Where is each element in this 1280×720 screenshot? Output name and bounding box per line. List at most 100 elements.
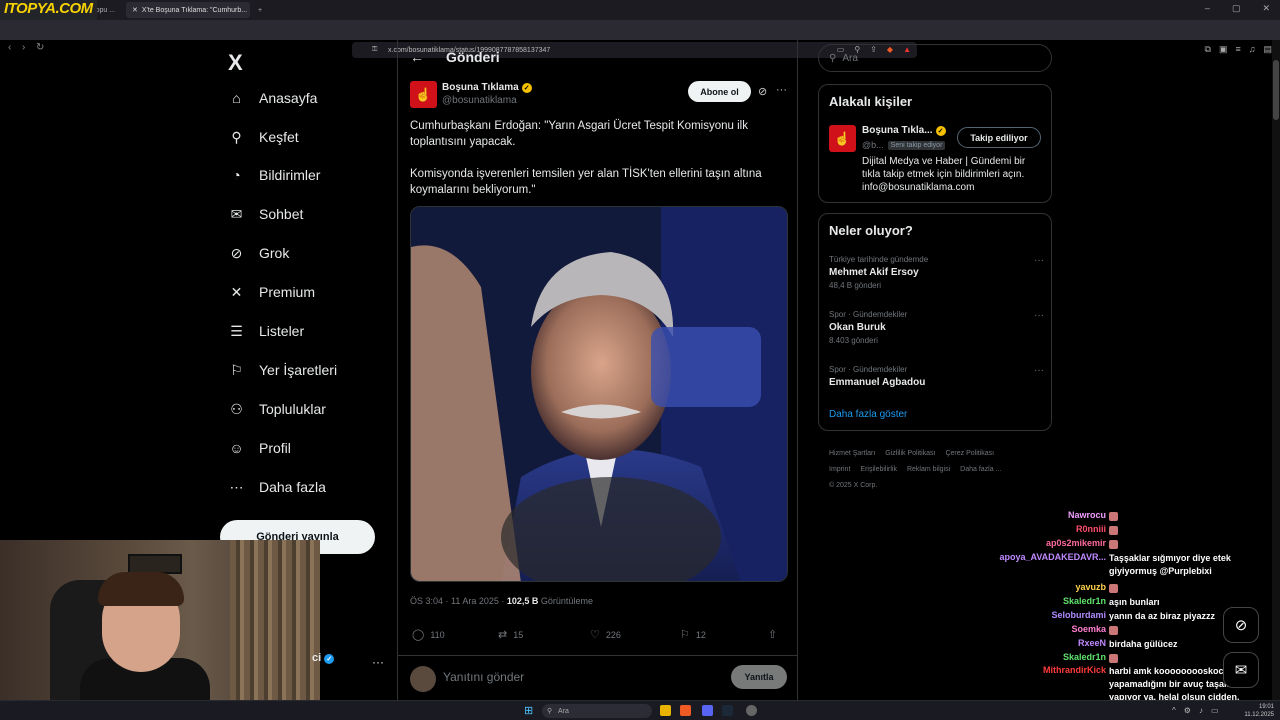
nav-item-profile[interactable]: ☺ Profil (228, 433, 291, 463)
bookmark-action[interactable]: ⚐ 12 (680, 628, 706, 641)
user-avatar[interactable] (410, 666, 436, 692)
maximize-icon[interactable]: ▢ (1232, 3, 1241, 14)
chat-username[interactable]: apoya_AVADAKEDAVR... (999, 552, 1106, 562)
author-handle[interactable]: @bosunatiklama (442, 95, 517, 106)
related-avatar[interactable]: ☝ (829, 125, 856, 152)
footer-link[interactable]: Hizmet Şartları (829, 450, 875, 457)
back-nav-icon[interactable]: ‹ (8, 42, 11, 53)
browser-tab-active[interactable]: ✕X'te Boşuna Tıklama: "Cumhurb...✕ (126, 2, 250, 18)
nav-item-home[interactable]: ⌂ Anasayfa (228, 83, 317, 113)
chat-username[interactable]: RxeeN (1078, 638, 1106, 648)
close-window-icon[interactable]: ✕ (1262, 3, 1270, 14)
volume-icon[interactable]: ♪ (1199, 706, 1203, 715)
chat-username[interactable]: MithrandirKick (1043, 665, 1106, 675)
search-input[interactable]: ⚲ Ara (818, 44, 1052, 72)
forward-nav-icon[interactable]: › (22, 42, 25, 53)
footer-link[interactable]: Daha fazla ... (960, 466, 1001, 473)
file-explorer-icon[interactable] (660, 705, 671, 716)
reply-button[interactable]: Yanıtla (731, 665, 787, 689)
chat-username[interactable]: Skaledr1n (1063, 652, 1106, 662)
footer-link[interactable]: Imprint (829, 466, 850, 473)
scrollbar[interactable] (1272, 40, 1280, 700)
nav-label: Bildirimler (259, 167, 321, 183)
nav-item-grok[interactable]: ⊘ Grok (228, 238, 290, 268)
more-options-icon[interactable]: ··· (1034, 310, 1044, 321)
post-photo[interactable] (410, 206, 788, 582)
like-action[interactable]: ♡ 226 (590, 628, 621, 641)
author-avatar[interactable]: ☝ (410, 81, 437, 108)
nav-item-communities[interactable]: ⚇ Topluluklar (228, 394, 326, 424)
trend-item[interactable]: Spor · Gündemdekiler Emmanuel Agbadou ··· (829, 365, 1044, 388)
more-options-icon[interactable]: ··· (776, 84, 787, 96)
trend-context: Spor · Gündemdekiler (829, 365, 908, 374)
chat-username[interactable]: Seloburdami (1051, 610, 1106, 620)
trend-item[interactable]: Spor · Gündemdekiler Okan Buruk 8.403 gönd… (829, 310, 1044, 345)
search-icon: ⚲ (829, 52, 837, 64)
author-name[interactable]: Boşuna Tıklama ✓ (442, 82, 532, 93)
trend-name: Okan Buruk (829, 322, 886, 333)
related-handle-text[interactable]: @b... (862, 140, 884, 150)
new-tab-button[interactable]: + (252, 2, 268, 18)
footer-link[interactable]: Çerez Politikası (945, 450, 994, 457)
nav-item-chat[interactable]: ✉ Sohbet (228, 199, 304, 229)
network-icon[interactable]: ⚙ (1184, 706, 1191, 715)
nav-item-more[interactable]: ⋯ Daha fazla (228, 472, 326, 502)
chat-username[interactable]: Nawrocu (1068, 510, 1106, 520)
chat-username[interactable]: Skaledr1n (1063, 596, 1106, 606)
messages-fab-icon[interactable]: ✉ (1223, 652, 1259, 688)
subscribe-button[interactable]: Abone ol (688, 81, 751, 102)
post-time[interactable]: ÖS 3:04 · 11 Ara 2025 · (410, 596, 507, 606)
nav-item-notifications[interactable]: ◔ Bildirimler (228, 160, 320, 190)
nav-item-premium[interactable]: ✕ Premium (228, 277, 315, 307)
sidebar-icon[interactable]: ▤ (1263, 44, 1272, 55)
close-tab-icon[interactable]: ✕ (247, 6, 250, 14)
brave-icon[interactable] (680, 705, 691, 716)
footer-link[interactable]: Reklam bilgisi (907, 466, 950, 473)
back-arrow-icon[interactable]: ← (410, 49, 424, 65)
battery-icon[interactable]: ▭ (1211, 706, 1219, 715)
discord-icon[interactable] (702, 705, 713, 716)
reply-action[interactable]: ◯ 110 (412, 628, 445, 641)
footer-link[interactable]: Gizlilik Politikası (885, 450, 935, 457)
reload-icon[interactable]: ↻ (36, 42, 44, 53)
obs-icon[interactable] (746, 705, 757, 716)
menu-icon[interactable]: ≡ (1235, 44, 1240, 55)
nav-item-lists[interactable]: ☰ Listeler (228, 316, 304, 346)
wallet-icon[interactable]: ▣ (1219, 44, 1228, 55)
tray-chevron-icon[interactable]: ^ (1172, 706, 1176, 715)
nav-item-explore[interactable]: ⚲ Keşfet (228, 122, 298, 152)
following-button[interactable]: Takip ediliyor (957, 127, 1041, 148)
chat-username[interactable]: R0nniii (1076, 524, 1106, 534)
footer-link[interactable]: Erişilebilirlik (860, 466, 897, 473)
reply-input[interactable]: Yanıtını gönder (443, 670, 524, 684)
search-placeholder: Ara (842, 52, 858, 64)
related-name[interactable]: Boşuna Tıkla... ✓ (862, 125, 946, 136)
scrollbar-thumb[interactable] (1273, 60, 1279, 120)
related-name-text: Boşuna Tıkla... (862, 125, 933, 136)
grok-fab-icon[interactable]: ⊘ (1223, 607, 1259, 643)
minimize-icon[interactable]: – (1205, 3, 1210, 14)
repost-action[interactable]: ⇄ 15 (498, 628, 523, 641)
nav-label: Grok (259, 245, 290, 261)
show-more-link[interactable]: Daha fazla göster (829, 409, 907, 420)
account-more-icon[interactable]: ··· (372, 655, 384, 669)
account-name[interactable]: ci ✓ (312, 652, 335, 664)
more-options-icon[interactable]: ··· (1034, 255, 1044, 266)
chat-username[interactable]: ap0s2mikemir (1046, 538, 1106, 548)
bookmark-icon: ⚐ (230, 361, 243, 378)
x-logo[interactable]: X (228, 50, 243, 76)
windows-start-icon[interactable]: ⊞ (524, 704, 533, 717)
list-icon: ☰ (230, 322, 243, 339)
taskbar-search[interactable]: ⚲ Ara (542, 704, 652, 718)
media-icon[interactable]: ♫ (1249, 44, 1256, 55)
share-action[interactable]: ⇧ (768, 628, 777, 641)
chat-username[interactable]: yavuzb (1075, 582, 1106, 592)
taskbar-clock[interactable]: 19:01 11.12.2025 (1244, 703, 1274, 719)
extensions-icon[interactable]: ⧉ (1205, 44, 1211, 55)
more-options-icon[interactable]: ··· (1034, 365, 1044, 376)
steam-icon[interactable] (722, 705, 733, 716)
chat-username[interactable]: Soemka (1071, 624, 1106, 634)
trend-item[interactable]: Türkiye tarihinde gündemde Mehmet Akif Er… (829, 255, 1044, 290)
nav-item-bookmarks[interactable]: ⚐ Yer İşaretleri (228, 355, 337, 385)
grok-explain-icon[interactable]: ⊘ (758, 85, 767, 98)
